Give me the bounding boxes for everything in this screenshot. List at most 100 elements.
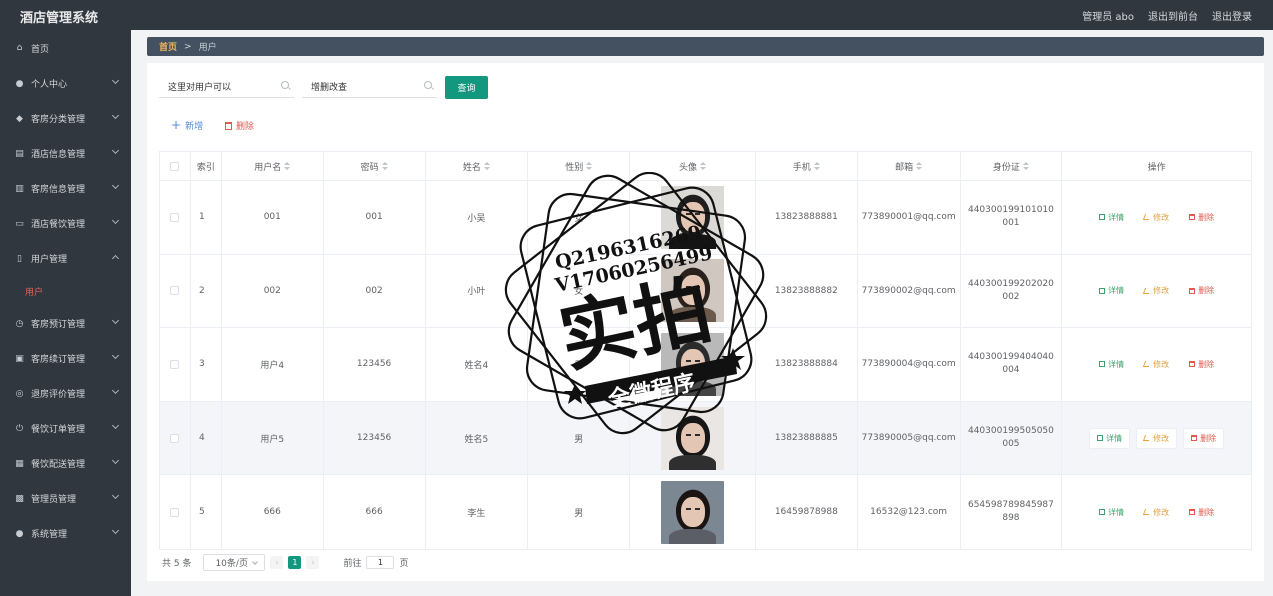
detail-button[interactable]: 详情 [1092, 280, 1131, 301]
row-select-cell[interactable] [160, 328, 191, 401]
cell-avatar [630, 181, 756, 254]
edit-icon [1143, 509, 1152, 516]
row-checkbox[interactable] [170, 286, 180, 296]
cell-index: 2 [191, 254, 222, 328]
row-select-cell[interactable] [160, 254, 191, 328]
sidebar-item-10[interactable]: ⏻ 餐饮订单管理 [0, 411, 131, 446]
cell-name: 姓名5 [426, 401, 529, 475]
sidebar-item-9[interactable]: ◎ 退房评价管理 [0, 376, 131, 411]
row-select-cell[interactable] [160, 181, 191, 254]
add-button[interactable]: + 新增 [171, 119, 203, 132]
edit-button[interactable]: 修改 [1136, 427, 1178, 449]
select-all-checkbox[interactable] [170, 161, 180, 171]
top-bar-actions: 管理员 abo 退出到前台 退出登录 [1082, 0, 1273, 30]
column-title: 索引 [196, 162, 215, 173]
table-header-cell: 操作 [1062, 152, 1251, 180]
avatar-eye [695, 507, 701, 510]
chevron-down-icon [111, 181, 120, 190]
sort-icon[interactable] [381, 161, 388, 171]
edit-icon [1143, 361, 1152, 368]
page-number[interactable]: 1 [288, 556, 302, 569]
row-delete-button[interactable]: 删除 [1182, 280, 1221, 301]
location-icon: ◆ [16, 113, 23, 124]
detail-button[interactable]: 详情 [1092, 207, 1131, 228]
row-delete-button-label: 删除 [1198, 212, 1215, 222]
sidebar-item-2[interactable]: ◆ 客房分类管理 [0, 101, 131, 136]
edit-button[interactable]: 修改 [1137, 354, 1176, 375]
sort-icon[interactable] [700, 161, 707, 171]
sidebar-item-1[interactable]: ● 个人中心 [0, 66, 131, 101]
cell-gender: 男 [528, 475, 631, 549]
sort-icon[interactable] [284, 161, 291, 171]
sidebar-item-3[interactable]: ▤ 酒店信息管理 [0, 136, 131, 171]
detail-icon [1099, 509, 1106, 516]
row-checkbox[interactable] [170, 507, 180, 517]
sort-icon[interactable] [483, 161, 490, 171]
detail-button[interactable]: 详情 [1092, 354, 1131, 375]
goto-label: 前往 [343, 559, 362, 569]
edit-button-label: 修改 [1153, 286, 1170, 296]
column-title: 密码 [360, 162, 379, 173]
row-delete-button[interactable]: 删除 [1182, 207, 1221, 228]
sort-icon[interactable] [586, 161, 593, 171]
chevron-down-icon [111, 421, 120, 430]
breadcrumb-home[interactable]: 首页 [159, 40, 177, 53]
sidebar-item-label: 客房分类管理 [31, 115, 86, 125]
search-input-1[interactable]: 这里对用户可以 [159, 75, 294, 98]
sort-icon[interactable] [1022, 161, 1029, 171]
sort-icon[interactable] [813, 161, 820, 171]
goto-page-input[interactable]: 1 [366, 556, 395, 569]
page-size-select[interactable]: 10条/页 [203, 554, 266, 571]
detail-button[interactable]: 详情 [1089, 427, 1131, 449]
search-input-2[interactable]: 增删改查 [302, 75, 437, 98]
logout-link[interactable]: 退出登录 [1212, 8, 1252, 23]
cell-password: 123456 [324, 328, 426, 401]
row-select-cell[interactable] [160, 401, 191, 475]
detail-button[interactable]: 详情 [1092, 502, 1131, 523]
row-select-cell[interactable] [160, 475, 191, 549]
next-page-icon[interactable]: › [306, 556, 320, 569]
cell-email: 773890005@qq.com [858, 401, 961, 475]
header-select-all[interactable] [160, 152, 191, 180]
sidebar-subitem-users[interactable]: 用户 [0, 276, 131, 306]
sidebar-item-11[interactable]: ▦ 餐饮配送管理 [0, 446, 131, 481]
sidebar-item-7[interactable]: ◷ 客房预订管理 [0, 306, 131, 341]
avatar-face [681, 201, 706, 232]
avatar-shirt [669, 528, 717, 544]
search-icon [281, 81, 289, 89]
phone-icon: ▯ [17, 253, 22, 264]
sort-icon[interactable] [916, 161, 923, 171]
sidebar-item-5[interactable]: ▭ 酒店餐饮管理 [0, 206, 131, 241]
row-checkbox[interactable] [170, 359, 180, 369]
row-checkbox[interactable] [170, 433, 180, 443]
sidebar-item-13[interactable]: ● 系统管理 [0, 516, 131, 551]
row-delete-button[interactable]: 删除 [1183, 427, 1225, 449]
cell-password: 001 [324, 181, 426, 254]
edit-button[interactable]: 修改 [1137, 280, 1176, 301]
chevron-down-icon [111, 386, 120, 395]
cell-idcard: 654598789845987898 [961, 475, 1063, 549]
sidebar-item-6[interactable]: ▯ 用户管理 [0, 241, 131, 276]
exit-to-frontend-link[interactable]: 退出到前台 [1148, 8, 1198, 23]
avatar-image [661, 185, 725, 249]
avatar-image [661, 480, 725, 544]
edit-button[interactable]: 修改 [1137, 207, 1176, 228]
row-delete-button-label: 删除 [1200, 433, 1217, 443]
sidebar-item-8[interactable]: ▣ 客房续订管理 [0, 341, 131, 376]
detail-icon [1099, 287, 1106, 294]
sidebar-item-12[interactable]: ▩ 管理员管理 [0, 481, 131, 516]
row-checkbox[interactable] [170, 212, 180, 222]
prev-page-icon[interactable]: ‹ [270, 556, 284, 569]
delete-button[interactable]: 删除 [225, 119, 254, 132]
cell-operations: 详情 修改 删除 [1062, 255, 1251, 328]
row-delete-button[interactable]: 删除 [1182, 502, 1221, 523]
sidebar-item-4[interactable]: ▥ 客房信息管理 [0, 171, 131, 206]
edit-button[interactable]: 修改 [1137, 502, 1176, 523]
table-header-cell: 索引 [191, 152, 222, 180]
row-delete-button[interactable]: 删除 [1182, 354, 1221, 375]
query-button[interactable]: 查询 [445, 76, 488, 99]
admin-user-label[interactable]: 管理员 abo [1082, 8, 1134, 23]
sidebar-item-0[interactable]: ⌂ 首页 [0, 30, 131, 66]
row-delete-button-label: 删除 [1198, 286, 1215, 296]
user-icon: ● [15, 528, 24, 539]
